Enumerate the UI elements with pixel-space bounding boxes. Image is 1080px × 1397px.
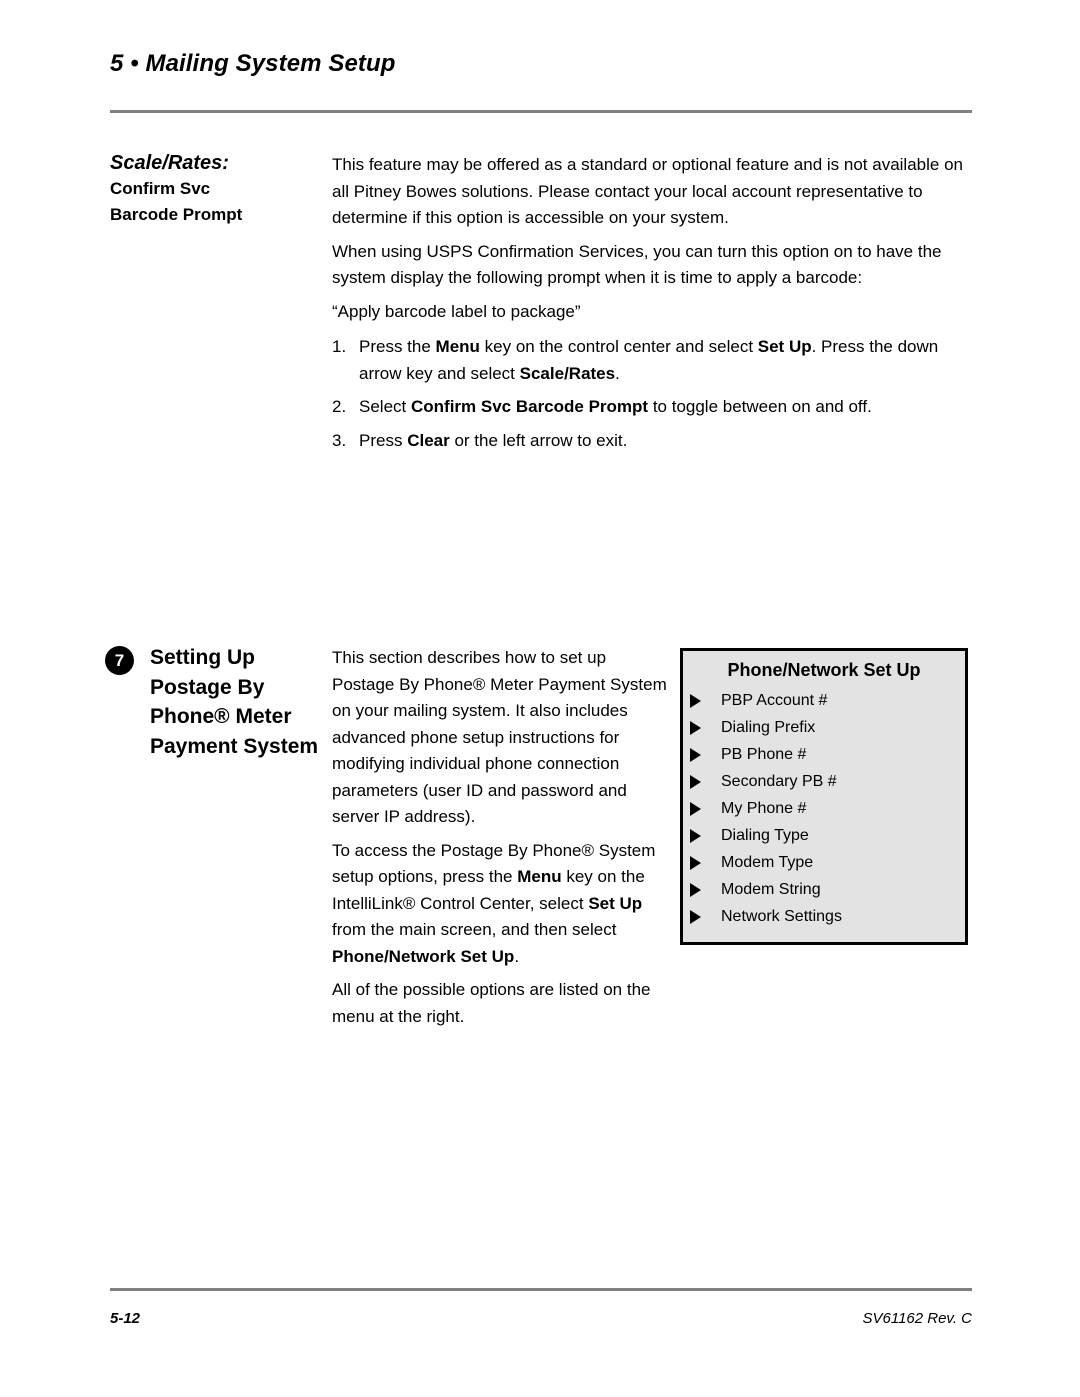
emphasis-text: Set Up	[588, 893, 643, 913]
menu-item-label: PB Phone #	[721, 746, 807, 763]
menu-item[interactable]: Modem Type	[683, 849, 965, 876]
menu-item[interactable]: Secondary PB #	[683, 768, 965, 795]
topic-label-scale-rates: Scale/Rates: Confirm Svc Barcode Prompt	[110, 150, 315, 228]
menu-title: Phone/Network Set Up	[727, 660, 921, 680]
body-text: Press	[359, 430, 408, 450]
paragraph: This section describes how to set up Pos…	[332, 648, 667, 826]
footer-rule	[110, 1288, 972, 1291]
prompt-quote: “Apply barcode label to package”	[332, 301, 581, 321]
emphasis-text: Phone/Network Set Up	[332, 946, 515, 966]
body-text: .	[514, 946, 520, 966]
emphasis-text: Menu	[435, 337, 480, 356]
procedure-step: Select Confirm Svc Barcode Prompt to tog…	[332, 394, 980, 421]
menu-item[interactable]: PBP Account #	[683, 687, 965, 714]
body-text: Press the	[359, 337, 436, 356]
body-text: Select	[359, 397, 411, 416]
triangle-right-icon	[690, 774, 701, 789]
paragraph: When using USPS Confirmation Services, y…	[332, 241, 942, 288]
menu-item[interactable]: My Phone #	[683, 795, 965, 822]
triangle-right-icon	[690, 720, 701, 735]
topic-label-line-3: Barcode Prompt	[110, 205, 243, 224]
menu-item-label: Modem Type	[721, 854, 814, 871]
topic-body-scale-rates: This feature may be offered as a standar…	[332, 152, 980, 461]
topic-label-line-2: Confirm Svc	[110, 179, 211, 198]
menu-item[interactable]: Dialing Type	[683, 822, 965, 849]
menu-item-label: My Phone #	[721, 800, 807, 817]
menu-item-list: PBP Account # Dialing Prefix PB Phone # Sec…	[683, 687, 965, 930]
emphasis-text: Menu	[517, 867, 562, 886]
menu-item[interactable]: Network Settings	[683, 903, 965, 930]
section-number-badge: 7	[105, 646, 134, 675]
procedure-step: Press Clear or the left arrow to exit.	[332, 428, 980, 455]
triangle-right-icon	[690, 828, 701, 843]
chapter-running-header: 5 • Mailing System Setup	[110, 50, 396, 77]
body-text: .	[615, 363, 620, 383]
body-text: or the left arrow to exit.	[449, 430, 628, 450]
triangle-right-icon	[690, 693, 701, 708]
body-text: key on the control center and select	[479, 337, 758, 356]
emphasis-text: Set Up	[757, 337, 812, 356]
menu-item-label: PBP Account #	[721, 692, 828, 709]
procedure-steps: Press the Menu key on the control center…	[332, 334, 980, 454]
topic-body-section-seven: This section describes how to set up Pos…	[332, 645, 670, 1037]
menu-item-label: Dialing Type	[721, 827, 809, 844]
triangle-right-icon	[690, 882, 701, 897]
menu-item[interactable]: Dialing Prefix	[683, 714, 965, 741]
menu-item-label: Dialing Prefix	[721, 719, 816, 736]
procedure-step: Press the Menu key on the control center…	[332, 334, 980, 387]
topic-label-lead: Scale/Rates:	[110, 152, 229, 174]
menu-item[interactable]: Modem String	[683, 876, 965, 903]
body-text: from the main screen, and then select	[332, 920, 617, 939]
menu-item-label: Network Settings	[721, 908, 842, 925]
document-id: SV61162 Rev. C	[862, 1310, 972, 1327]
section-title: Setting Up Postage By Phone® Meter Payme…	[150, 646, 319, 758]
emphasis-text: Clear	[407, 430, 450, 450]
phone-network-setup-menu: Phone/Network Set Up PBP Account # Dialin…	[680, 648, 968, 945]
triangle-right-icon	[690, 855, 701, 870]
document-page: 5 • Mailing System Setup Scale/Rates: Co…	[0, 0, 1080, 1397]
paragraph: To access the Postage By Phone® System s…	[332, 838, 670, 971]
emphasis-text: Confirm Svc Barcode Prompt	[410, 397, 649, 416]
paragraph: All of the possible options are listed o…	[332, 980, 651, 1026]
header-rule	[110, 110, 972, 113]
triangle-right-icon	[690, 801, 701, 816]
triangle-right-icon	[690, 909, 701, 924]
menu-item-label: Secondary PB #	[721, 773, 837, 790]
page-number: 5-12	[110, 1310, 141, 1327]
menu-item-label: Modem String	[721, 881, 821, 898]
menu-item[interactable]: PB Phone #	[683, 741, 965, 768]
emphasis-text: Scale/Rates	[519, 363, 616, 383]
paragraph: This feature may be offered as a standar…	[332, 155, 963, 227]
body-text: to toggle between on and off.	[648, 397, 872, 416]
triangle-right-icon	[690, 747, 701, 762]
